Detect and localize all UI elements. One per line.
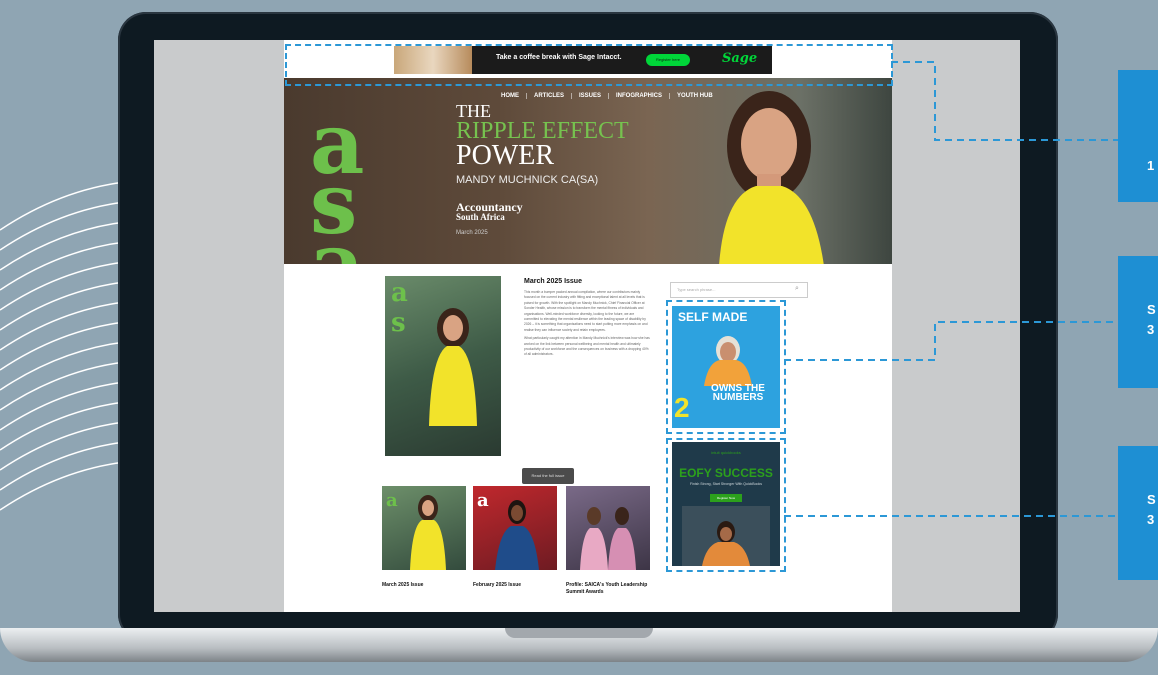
stage: Take a coffee break with Sage Intacct. R… bbox=[0, 0, 1158, 675]
annotation-connectors bbox=[784, 61, 1118, 517]
callout-2-text: S 3 bbox=[1147, 302, 1156, 337]
callout-2: S 3 bbox=[1118, 256, 1158, 388]
callout-1-text: 1 bbox=[1147, 158, 1155, 173]
callout-3: S 3 bbox=[1118, 446, 1158, 580]
callout-3-text: S 3 bbox=[1147, 492, 1156, 527]
callout-1: 1 bbox=[1118, 70, 1158, 202]
